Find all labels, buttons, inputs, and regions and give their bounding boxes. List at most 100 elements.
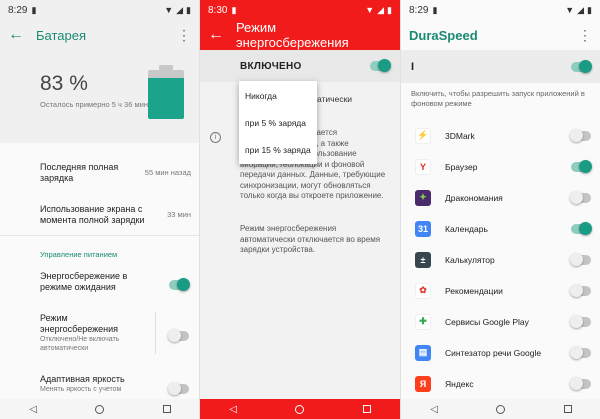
back-arrow-icon[interactable]: ← xyxy=(8,26,28,44)
app-row[interactable]: 31 Календарь xyxy=(401,213,600,244)
calendar-icon: 31 xyxy=(415,220,431,237)
status-time: 8:29 xyxy=(8,4,28,16)
app-name: Калькулятор xyxy=(445,254,495,265)
battery-remaining: Осталось примерно 5 ч 36 мин xyxy=(40,100,148,109)
more-menu-icon[interactable]: ⋮ xyxy=(177,27,191,44)
wifi-icon: ▼ xyxy=(565,5,575,15)
power-saving-toggle[interactable] xyxy=(370,59,391,72)
power-saving-master-row[interactable]: ВКЛЮЧЕНО xyxy=(200,50,400,82)
nav-home-icon[interactable] xyxy=(95,404,105,414)
back-arrow-icon[interactable]: ← xyxy=(208,26,228,44)
popup-option-5[interactable]: при 5 % заряда xyxy=(245,118,306,128)
battery-status-icon: ▮ xyxy=(31,5,37,15)
divider xyxy=(155,312,156,354)
nav-back-icon[interactable]: ◁ xyxy=(29,404,37,415)
section-title: Управление питанием xyxy=(40,250,118,259)
tts-icon: ▤ xyxy=(415,344,431,361)
saver-subtitle: Отключено/Не включать автоматически xyxy=(40,336,120,352)
popup-option-15[interactable]: при 15 % заряда xyxy=(245,145,311,155)
status-time: 8:29 xyxy=(409,4,429,16)
signal-icon: ◢ xyxy=(176,5,184,15)
standby-label[interactable]: Энергосбережение в режиме ожидания xyxy=(40,271,145,293)
app-toggle[interactable] xyxy=(570,252,591,266)
adaptive-label: Адаптивная яркость xyxy=(40,374,125,384)
battery-icon: ▮ xyxy=(587,5,592,15)
wifi-icon: ▼ xyxy=(365,5,375,15)
auto-label-behind: атически xyxy=(317,94,353,104)
app-list: ⚡ 3DMark Y Браузер ✦ Дракономания 31 Календарь ±… xyxy=(401,120,600,399)
app-row[interactable]: Я Яндекс xyxy=(401,368,600,399)
status-bar: 8:30 ▮ ▼ ◢ ▮ xyxy=(200,0,400,20)
signal-icon: ◢ xyxy=(577,5,585,15)
app-row[interactable]: ▤ Синтезатор речи Google xyxy=(401,337,600,368)
recommendations-icon: ✿ xyxy=(415,282,431,299)
adaptive-row[interactable]: Адаптивная яркость Менять яркость с учет… xyxy=(40,374,150,394)
nav-recents-icon[interactable] xyxy=(162,405,171,413)
nav-bar: ◁ xyxy=(200,399,400,419)
saver-toggle[interactable] xyxy=(168,328,189,346)
nav-back-icon[interactable]: ◁ xyxy=(430,404,438,415)
page-title: Батарея xyxy=(36,27,87,43)
popup-option-never[interactable]: Никогда xyxy=(245,91,277,101)
app-toggle[interactable] xyxy=(570,376,591,390)
app-toggle[interactable] xyxy=(570,345,591,359)
standby-toggle[interactable] xyxy=(169,277,190,295)
app-row[interactable]: ✦ Дракономания xyxy=(401,182,600,213)
adaptive-toggle[interactable] xyxy=(168,381,189,399)
screen-usage-label[interactable]: Использование экрана с момента полной за… xyxy=(40,204,152,226)
app-name: Рекомендации xyxy=(445,285,503,296)
yandex-browser-icon: Y xyxy=(415,158,431,175)
app-toggle[interactable] xyxy=(570,283,591,297)
yandex-icon: Я xyxy=(415,375,431,392)
app-row[interactable]: ± Калькулятор xyxy=(401,244,600,275)
screen-usage-value: 33 мин xyxy=(167,210,191,219)
nav-bar: ◁ xyxy=(0,399,199,419)
duraspeed-master-row[interactable]: I xyxy=(401,50,600,83)
nav-bar: ◁ xyxy=(401,399,600,419)
app-name: Дракономания xyxy=(445,192,503,203)
3dmark-icon: ⚡ xyxy=(415,127,431,144)
signal-icon: ◢ xyxy=(377,5,385,15)
power-saving-screen: 8:30 ▮ ▼ ◢ ▮ ← Режим энергосбережения ВК… xyxy=(200,0,400,419)
nav-back-icon[interactable]: ◁ xyxy=(229,404,237,415)
saver-label: Режим энергосбережения xyxy=(40,313,119,334)
page-title: DuraSpeed xyxy=(409,27,478,43)
last-charge-label[interactable]: Последняя полная зарядка xyxy=(40,162,140,184)
saver-row[interactable]: Режим энергосбережения Отключено/Не вклю… xyxy=(40,313,140,353)
calculator-icon: ± xyxy=(415,251,431,268)
status-time: 8:30 xyxy=(208,4,228,16)
info-icon: i xyxy=(210,132,221,143)
description-text-2: Режим энергосбережения автоматически отк… xyxy=(240,224,381,254)
app-bar: DuraSpeed ⋮ xyxy=(401,20,600,50)
wifi-icon: ▼ xyxy=(164,5,174,15)
app-toggle[interactable] xyxy=(570,128,591,142)
status-bar: 8:29 ▮ ▼ ◢ ▮ xyxy=(401,0,600,20)
nav-recents-icon[interactable] xyxy=(362,405,371,413)
adaptive-subtitle: Менять яркость с учетом xyxy=(40,386,122,393)
app-toggle[interactable] xyxy=(571,221,592,235)
app-name: Сервисы Google Play xyxy=(445,316,529,327)
app-name: 3DMark xyxy=(445,130,475,141)
google-play-services-icon: ✚ xyxy=(415,313,431,330)
on-label: ВКЛЮЧЕНО xyxy=(240,60,302,72)
duraspeed-screen: 8:29 ▮ ▼ ◢ ▮ DuraSpeed ⋮ I Включить, что… xyxy=(400,0,600,419)
app-bar: ← Батарея ⋮ xyxy=(0,20,199,50)
app-toggle[interactable] xyxy=(570,190,591,204)
nav-recents-icon[interactable] xyxy=(563,405,572,413)
nav-home-icon[interactable] xyxy=(496,404,506,414)
app-row[interactable]: ✿ Рекомендации xyxy=(401,275,600,306)
nav-home-icon[interactable] xyxy=(295,404,305,414)
battery-icon: ▮ xyxy=(186,5,191,15)
app-row[interactable]: Y Браузер xyxy=(401,151,600,182)
app-toggle[interactable] xyxy=(570,314,591,328)
auto-enable-popup-menu: Никогда при 5 % заряда при 15 % заряда xyxy=(239,81,317,164)
app-toggle[interactable] xyxy=(571,159,592,173)
battery-fill xyxy=(148,78,184,119)
app-row[interactable]: ⚡ 3DMark xyxy=(401,120,600,151)
dragon-icon: ✦ xyxy=(415,189,431,206)
power-saving-header: 8:30 ▮ ▼ ◢ ▮ ← Режим энергосбережения xyxy=(200,0,400,50)
app-row[interactable]: ✚ Сервисы Google Play xyxy=(401,306,600,337)
app-name: Календарь xyxy=(445,223,488,234)
duraspeed-toggle[interactable] xyxy=(571,59,592,73)
more-menu-icon[interactable]: ⋮ xyxy=(578,27,592,44)
